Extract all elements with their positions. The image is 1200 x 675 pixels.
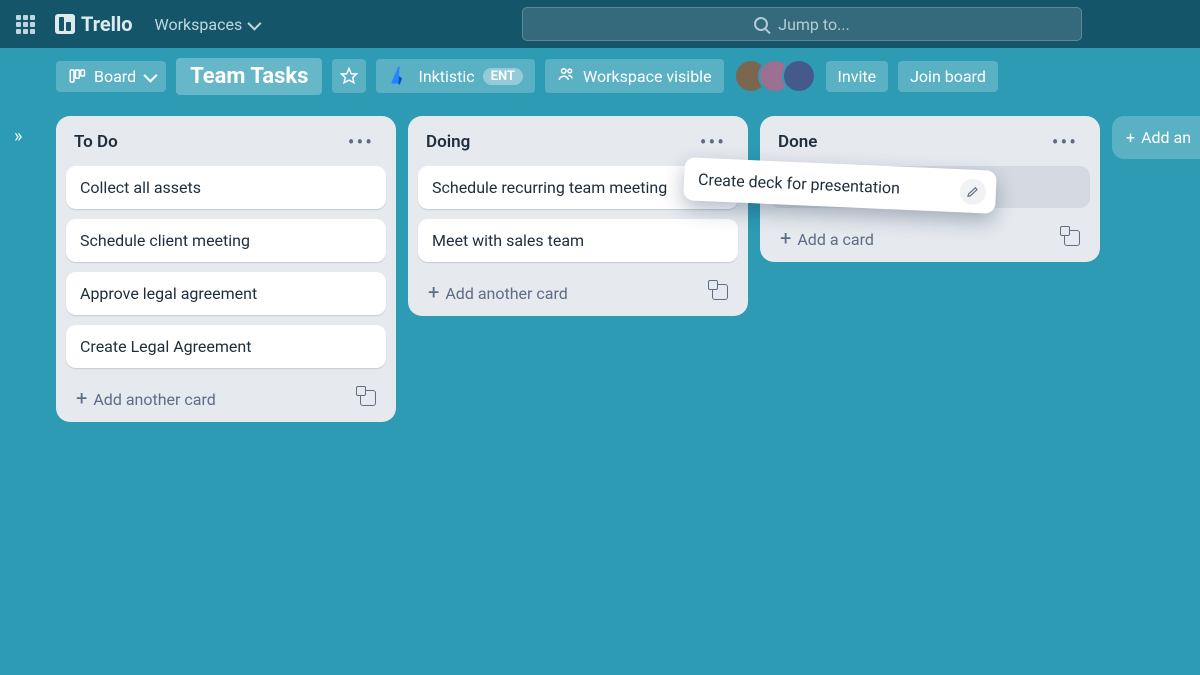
invite-button[interactable]: Invite — [826, 61, 889, 92]
card-text: Create deck for presentation — [698, 170, 901, 198]
workspace-chip[interactable]: Inktistic ENT — [376, 59, 535, 93]
add-card-label: Add a card — [797, 230, 874, 249]
card-text: Meet with sales team — [432, 231, 584, 250]
view-label: Board — [94, 67, 136, 86]
plus-icon: + — [1126, 128, 1135, 147]
sidebar-expand-icon[interactable]: » — [14, 126, 22, 147]
top-navbar: Trello Workspaces Jump to... — [0, 0, 1200, 48]
card[interactable]: Meet with sales team — [418, 219, 738, 262]
invite-label: Invite — [838, 67, 877, 86]
trello-logo-icon — [55, 14, 75, 34]
member-avatars[interactable] — [744, 59, 816, 93]
workspaces-label: Workspaces — [155, 15, 243, 34]
visibility-label: Workspace visible — [583, 67, 712, 86]
search-placeholder: Jump to... — [778, 15, 850, 34]
plus-icon: + — [76, 386, 87, 410]
card-text: Schedule recurring team meeting — [432, 178, 667, 197]
join-board-button[interactable]: Join board — [898, 61, 998, 92]
atlassian-icon — [388, 65, 410, 87]
card[interactable]: Schedule client meeting — [66, 219, 386, 262]
list-title[interactable]: To Do — [74, 132, 118, 152]
workspaces-dropdown[interactable]: Workspaces — [145, 9, 269, 40]
board-view-icon — [68, 67, 86, 85]
view-switcher[interactable]: Board — [56, 61, 166, 92]
chevron-down-icon — [248, 15, 258, 34]
plus-icon: + — [428, 280, 439, 304]
brand-text: Trello — [81, 12, 133, 36]
list-menu-icon[interactable]: ••• — [1048, 130, 1082, 154]
add-card-button[interactable]: + Add a card — [770, 218, 1090, 250]
global-search[interactable]: Jump to... — [522, 7, 1082, 41]
card[interactable]: Approve legal agreement — [66, 272, 386, 315]
search-icon — [754, 17, 768, 31]
card-text: Approve legal agreement — [80, 284, 257, 303]
apps-menu-icon[interactable] — [8, 7, 43, 42]
list-header: To Do ••• — [66, 126, 386, 156]
workspace-name: Inktistic — [418, 67, 474, 86]
avatar[interactable] — [782, 59, 816, 93]
trello-brand[interactable]: Trello — [51, 12, 137, 36]
edit-card-button[interactable] — [959, 178, 986, 205]
add-card-label: Add another card — [93, 390, 215, 409]
list-doing: Doing ••• Schedule recurring team meetin… — [408, 116, 748, 316]
template-icon[interactable] — [712, 284, 728, 300]
visibility-button[interactable]: Workspace visible — [545, 59, 724, 93]
card-text: Create Legal Agreement — [80, 337, 251, 356]
join-label: Join board — [910, 67, 986, 86]
add-list-label: Add an — [1141, 128, 1191, 147]
list-menu-icon[interactable]: ••• — [344, 130, 378, 154]
template-icon[interactable] — [360, 390, 376, 406]
add-card-button[interactable]: + Add another card — [66, 378, 386, 410]
add-list-button[interactable]: + Add an — [1112, 116, 1200, 159]
list-header: Doing ••• — [418, 126, 738, 156]
list-title[interactable]: Done — [778, 132, 817, 152]
list-menu-icon[interactable]: ••• — [696, 130, 730, 154]
list-title[interactable]: Doing — [426, 132, 470, 152]
workspace-badge: ENT — [483, 68, 523, 85]
list-header: Done ••• — [770, 126, 1090, 156]
card[interactable]: Create Legal Agreement — [66, 325, 386, 368]
plus-icon: + — [780, 226, 791, 250]
pencil-icon — [966, 184, 981, 199]
card-text: Collect all assets — [80, 178, 201, 197]
star-icon — [340, 67, 358, 85]
card[interactable]: Collect all assets — [66, 166, 386, 209]
chevron-down-icon — [144, 67, 154, 86]
board-title-text: Team Tasks — [190, 64, 308, 89]
add-card-label: Add another card — [445, 284, 567, 303]
add-card-button[interactable]: + Add another card — [418, 272, 738, 304]
people-icon — [557, 65, 575, 87]
card-text: Schedule client meeting — [80, 231, 250, 250]
board-canvas: To Do ••• Collect all assets Schedule cl… — [56, 104, 1200, 675]
list-todo: To Do ••• Collect all assets Schedule cl… — [56, 116, 396, 422]
star-board-button[interactable] — [332, 59, 366, 93]
template-icon[interactable] — [1064, 230, 1080, 246]
board-title[interactable]: Team Tasks — [176, 58, 322, 95]
board-bar: Board Team Tasks Inktistic ENT Workspace… — [0, 48, 1200, 104]
